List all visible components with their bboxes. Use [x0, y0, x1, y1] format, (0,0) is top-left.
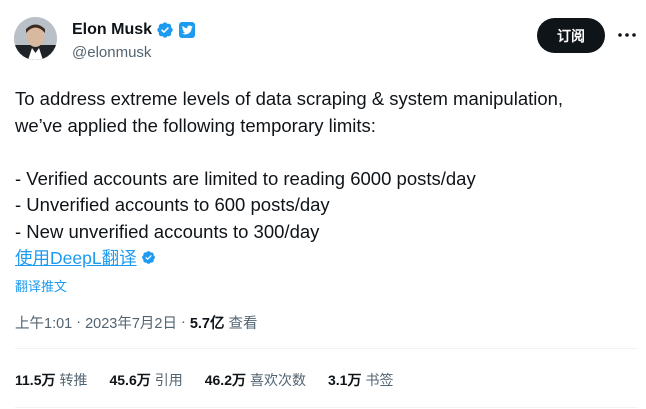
deepl-translate-row: 使用DeepL翻译 — [15, 245, 156, 269]
retweets-stat[interactable]: 11.5万 转推 — [15, 370, 87, 390]
retweets-label: 转推 — [59, 372, 88, 388]
tweet-text-line: - New unverified accounts to 300/day — [15, 220, 320, 242]
more-options-button[interactable] — [615, 25, 639, 45]
tweet-text-line: - Verified accounts are limited to readi… — [15, 167, 476, 189]
verified-badge-icon[interactable] — [156, 21, 174, 39]
avatar-image — [14, 17, 57, 60]
deepl-badge-icon — [141, 250, 155, 264]
quotes-stat[interactable]: 45.6万 引用 — [109, 370, 182, 390]
meta-separator: · — [76, 314, 82, 330]
tweet-text-blank-line — [15, 139, 615, 166]
likes-stat[interactable]: 46.2万 喜欢次数 — [205, 370, 306, 390]
more-horizontal-icon — [618, 33, 636, 37]
bookmarks-label: 书签 — [365, 372, 394, 388]
author-info: Elon Musk @elonmusk — [72, 20, 196, 61]
tweet-meta: 上午1:01 · 2023年7月2日 · 5.7亿 查看 — [15, 312, 257, 332]
divider — [15, 407, 637, 408]
tweet-time[interactable]: 上午1:01 — [15, 312, 72, 333]
display-name[interactable]: Elon Musk — [72, 21, 152, 39]
tweet-text-line: - Unverified accounts to 600 posts/day — [15, 194, 330, 215]
tweet-text-line: we’ve applied the following temporary li… — [15, 114, 376, 136]
quotes-count: 45.6万 — [109, 372, 151, 388]
views-count: 5.7亿 — [189, 315, 225, 332]
translate-post-link[interactable]: 翻译推文 — [15, 276, 67, 295]
bookmarks-stat[interactable]: 3.1万 书签 — [328, 370, 393, 390]
affiliation-badge-icon[interactable] — [179, 22, 196, 38]
engagement-stats: 11.5万 转推 45.6万 引用 46.2万 喜欢次数 3.1万 书签 — [15, 370, 415, 390]
subscribe-button[interactable]: 订阅 — [537, 18, 605, 53]
bookmarks-count: 3.1万 — [327, 372, 362, 388]
author-handle[interactable]: @elonmusk — [72, 44, 195, 61]
tweet-header: Elon Musk @elonmusk 订阅 — [14, 14, 636, 64]
meta-separator: · — [180, 314, 186, 330]
likes-count: 46.2万 — [204, 372, 246, 388]
quotes-label: 引用 — [154, 372, 183, 388]
tweet-text: To address extreme levels of data scrapi… — [15, 86, 615, 245]
avatar[interactable] — [14, 17, 57, 60]
views-label: 查看 — [228, 315, 258, 332]
deepl-translate-link[interactable]: 使用DeepL翻译 — [15, 245, 137, 270]
divider — [15, 348, 637, 349]
likes-label: 喜欢次数 — [249, 372, 306, 388]
tweet-date[interactable]: 2023年7月2日 — [85, 312, 177, 333]
retweets-count: 11.5万 — [15, 372, 56, 388]
tweet-text-line: To address extreme levels of data scrapi… — [15, 88, 564, 109]
